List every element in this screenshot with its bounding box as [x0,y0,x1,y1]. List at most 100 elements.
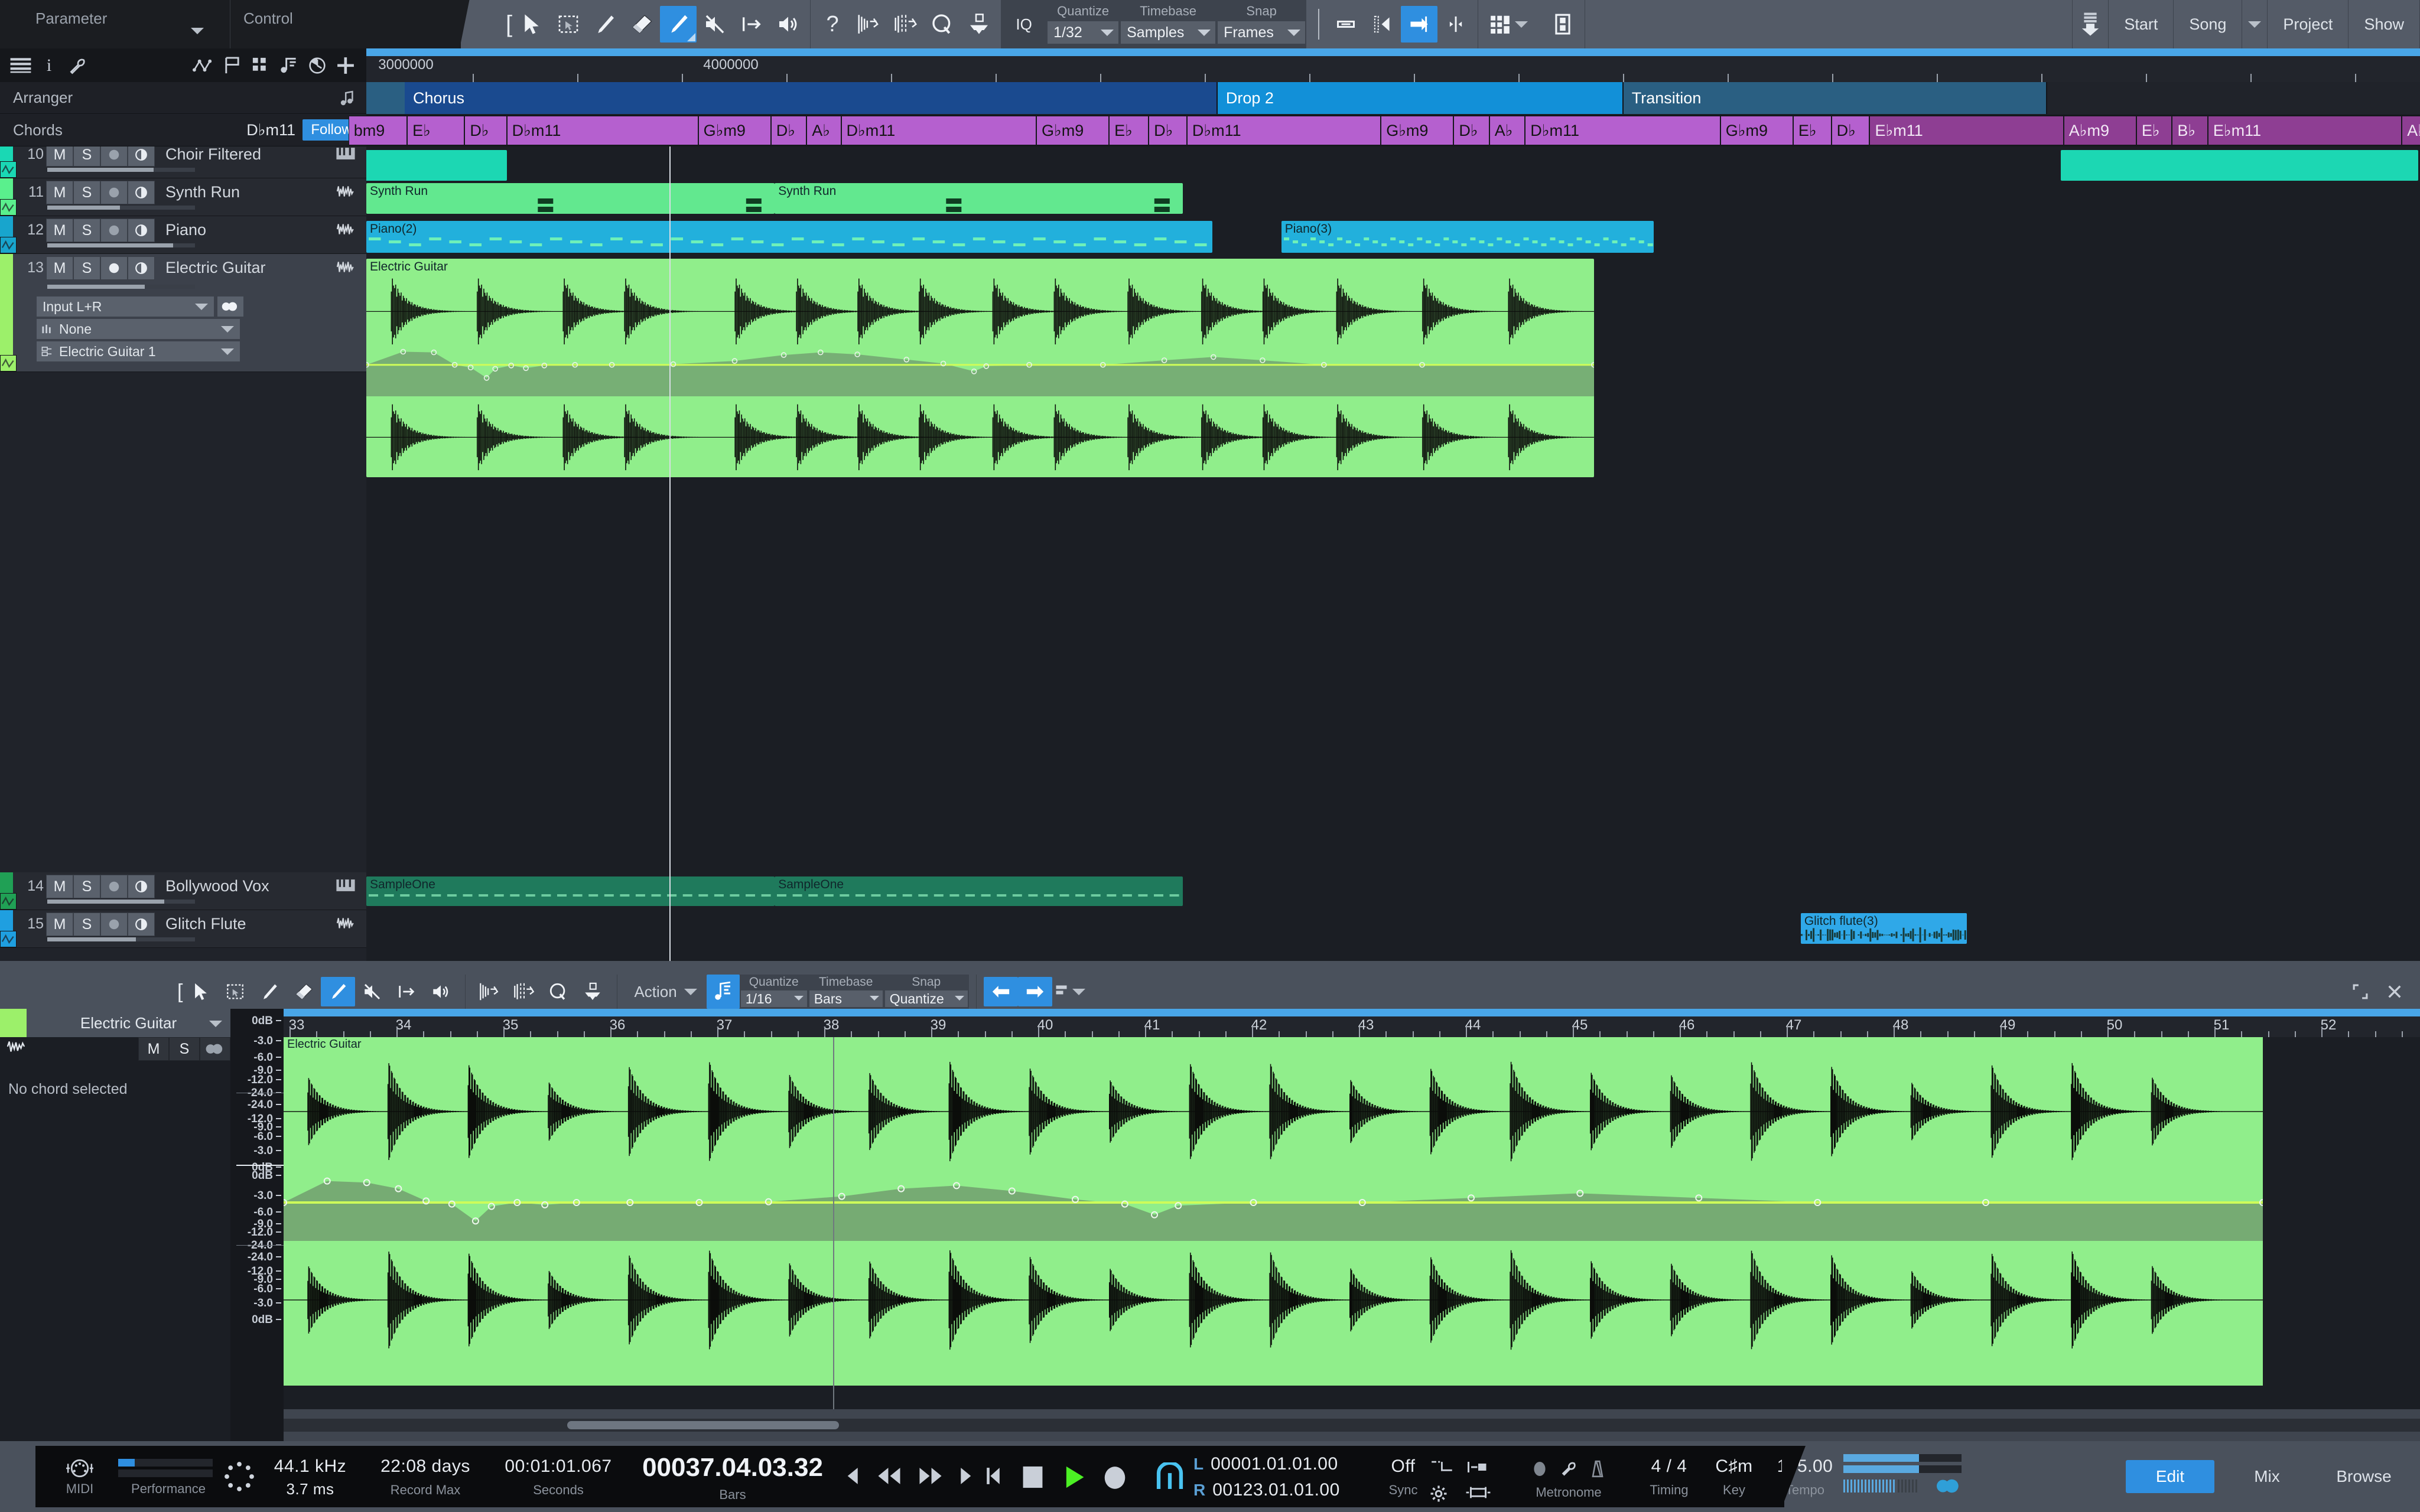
stop-button[interactable] [1019,1464,1046,1491]
mute-tool[interactable] [697,6,733,43]
bend-tool[interactable] [733,6,770,43]
tempo-display[interactable]: 145.00 Tempo [1764,1456,1846,1498]
editor-listen-tool[interactable] [424,977,458,1006]
loop-button[interactable] [1152,1462,1188,1493]
return-to-zero-button[interactable] [984,1466,1003,1486]
editor-volume-envelope[interactable] [284,1164,2263,1241]
chord-event[interactable]: D♭ [1832,116,1870,145]
editor-playhead[interactable] [833,1037,834,1409]
paint-tool[interactable] [660,6,697,43]
chord-event[interactable]: D♭m11 [1525,116,1720,145]
track-header-electric-guitar[interactable]: 13MSElectric GuitarInput L+RNoneElectric… [0,254,366,372]
track-color-bar[interactable] [0,254,13,372]
chevron-down-icon[interactable] [1287,30,1300,36]
playhead[interactable] [669,146,671,961]
tempo-icon[interactable] [304,52,331,79]
track-solo-button[interactable]: S [73,219,100,242]
track-volume-slider[interactable] [47,168,195,172]
chord-event[interactable]: A♭ [806,116,841,145]
track-header-bollywood-vox[interactable]: 14MSBollywood Vox [0,872,366,910]
editor-monitor-toggle[interactable] [200,1037,230,1061]
arrange-event[interactable]: Piano(2) [366,221,1212,253]
chord-event[interactable]: D♭m11 [507,116,698,145]
chord-icon[interactable] [275,52,302,79]
seconds-display[interactable]: 00:01:01.067 Seconds [484,1456,632,1498]
show-button[interactable]: Show [2348,0,2420,48]
marker-flag-icon[interactable] [219,52,246,79]
chord-lane[interactable]: bm9E♭D♭D♭m11G♭m9D♭A♭D♭m11G♭m9E♭D♭D♭m11G♭… [366,115,2420,146]
track-volume-slider[interactable] [47,206,195,210]
marker-lane[interactable]: ChorusDrop 2Transition [366,82,2420,114]
snap-relative-icon[interactable] [1437,6,1474,43]
chevron-down-icon[interactable] [1198,30,1211,36]
automation-icon[interactable] [190,52,217,79]
editor-quantize-field[interactable]: Quantize 1/16 [741,975,807,1007]
track-record-arm-button[interactable] [100,875,128,898]
editor-bounce-icon[interactable] [575,977,610,1006]
arranger-track-header[interactable]: Arranger [0,82,366,114]
track-channel-selector[interactable]: Electric Guitar 1 [37,341,240,361]
metronome-controls[interactable]: Metronome [1501,1456,1637,1500]
chevron-down-icon[interactable] [870,996,879,1001]
chord-event[interactable]: D♭m11 [1187,116,1381,145]
track-name[interactable]: Glitch Flute [165,915,246,933]
next-step-button[interactable] [957,1466,974,1486]
arrange-canvas[interactable]: Glitch flute(3)SampleOneSampleOneElectri… [366,146,2420,961]
track-mute-button[interactable]: M [46,219,73,242]
wrench-icon[interactable] [64,52,91,79]
track-record-arm-button[interactable] [100,913,128,936]
chord-event[interactable]: E♭ [2136,116,2172,145]
range-tool[interactable] [550,6,587,43]
song-dropdown[interactable] [2242,0,2267,48]
arrange-event[interactable]: Piano(3) [1281,221,1654,253]
editor-ruler[interactable]: 3334353637383940414243444546474849505152 [284,1009,2420,1037]
track-header-glitch-flute[interactable]: 15MSGlitch Flute [0,910,366,948]
track-volume-slider[interactable] [47,243,195,247]
chord-event[interactable]: B♭ [2172,116,2207,145]
chevron-down-icon[interactable] [955,996,964,1001]
autopunch-icon[interactable] [1465,1486,1491,1499]
snap-to-end-icon[interactable] [1401,6,1437,43]
editor-grid-options-icon[interactable] [1052,977,1087,1006]
precount-icon[interactable] [1430,1459,1456,1474]
editor-canvas[interactable]: Electric Guitar [284,1037,2420,1409]
arrange-event[interactable]: SampleOne [775,876,1183,906]
chord-event[interactable]: D♭ [771,116,806,145]
grid-layout-icon[interactable] [1482,6,1518,43]
track-monitor-button[interactable] [128,181,155,204]
track-solo-button[interactable]: S [73,181,100,204]
arrange-event[interactable]: SampleOne [366,876,775,906]
track-mute-button[interactable]: M [46,181,73,204]
chord-event[interactable]: A♭ [1489,116,1525,145]
sync-display[interactable]: Off Sync [1377,1456,1430,1498]
chevron-down-icon[interactable] [1101,30,1114,36]
info-icon[interactable]: i [35,52,63,79]
arranger-marker[interactable]: Chorus [405,82,1218,114]
chord-event[interactable]: E♭m11 [2208,116,2402,145]
arrange-event[interactable]: Glitch flute(3) [1801,913,1967,944]
track-monitor-button[interactable] [128,219,155,242]
automation-toggle[interactable] [0,355,17,372]
split-at-cursor-icon[interactable] [887,6,924,43]
chevron-down-icon[interactable] [191,28,204,34]
fast-forward-button[interactable] [916,1466,945,1486]
editor-eraser-tool[interactable] [287,977,321,1006]
timing-display[interactable]: 4 / 4 Timing [1631,1456,1707,1498]
track-record-arm-button[interactable] [100,256,128,280]
arrange-event[interactable] [366,150,507,181]
parameter-field[interactable]: Parameter [0,0,230,48]
bars-display[interactable]: 00037.04.03.32 Bars [632,1453,833,1503]
editor-range-tool[interactable] [218,977,252,1006]
track-record-arm-button[interactable] [100,181,128,204]
track-solo-button[interactable]: S [73,875,100,898]
rewind-button[interactable] [874,1466,904,1486]
loop-marker-icon[interactable] [1465,1460,1491,1474]
editor-snap-left-icon[interactable] [984,977,1018,1006]
record-button[interactable] [1102,1465,1128,1491]
track-name[interactable]: Choir Filtered [165,146,261,164]
track-mute-button[interactable]: M [46,875,73,898]
video-player-icon[interactable] [1544,6,1581,43]
editor-audio-event[interactable]: Electric Guitar [284,1037,2263,1386]
chord-event[interactable]: G♭m9 [698,116,771,145]
chord-event[interactable]: E♭ [407,116,464,145]
